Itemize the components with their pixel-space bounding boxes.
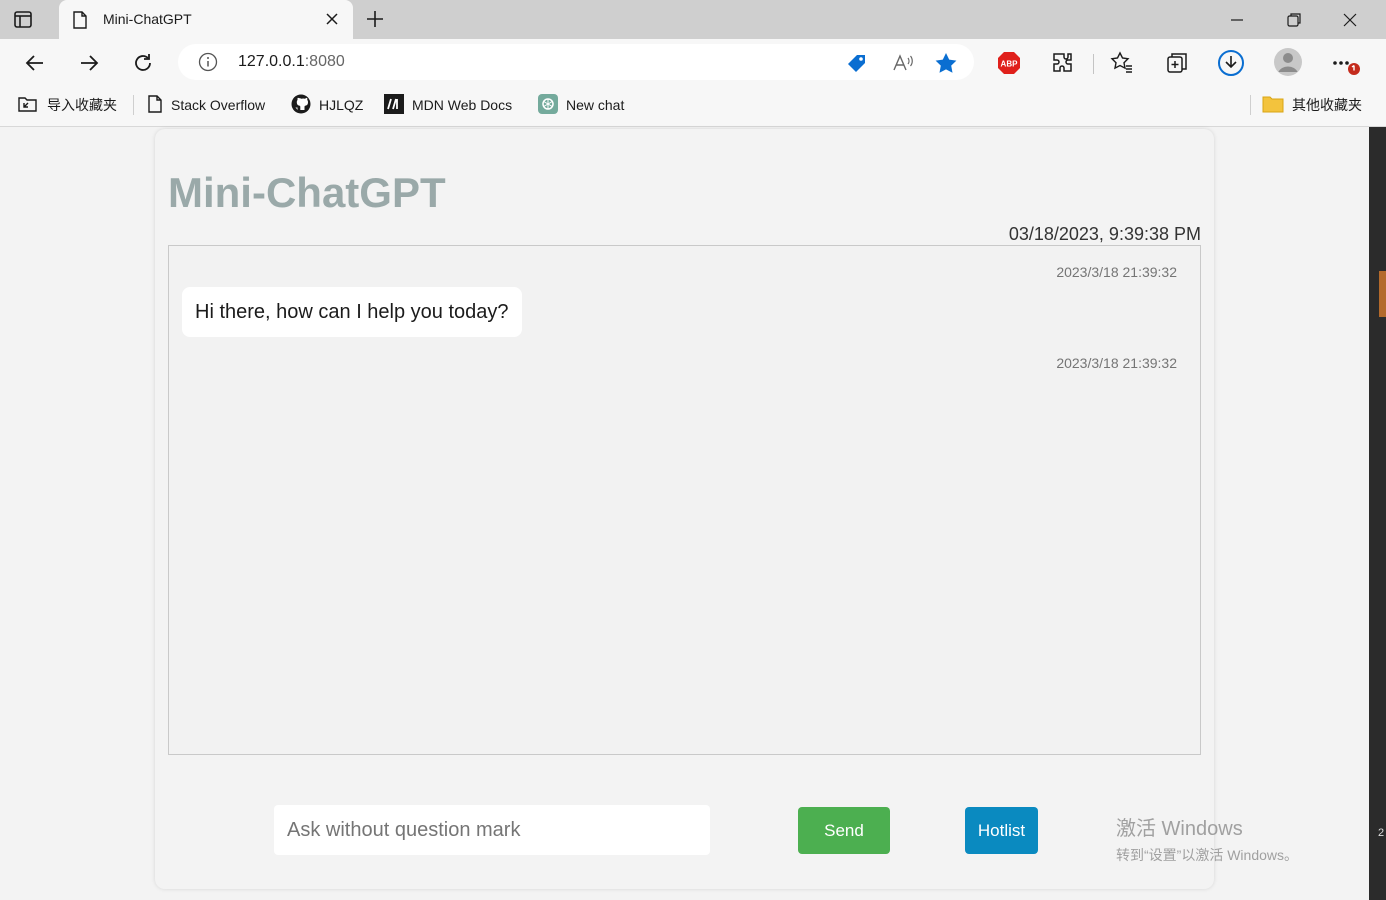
favorites-icon[interactable]	[1110, 51, 1134, 80]
import-favorites-icon	[17, 94, 39, 117]
github-icon	[291, 94, 311, 117]
bookmark-mdn-web-docs[interactable]: MDN Web Docs	[384, 93, 513, 117]
bookmark-stack-overflow[interactable]: Stack Overflow	[147, 94, 265, 116]
bot-message: Hi there, how can I help you today?	[182, 287, 522, 337]
forward-icon[interactable]	[77, 51, 101, 80]
send-button[interactable]: Send	[798, 807, 890, 854]
bookmark-label: Stack Overflow	[171, 97, 266, 113]
bookmark-separator	[133, 95, 134, 115]
url-host: 127.0.0.1	[238, 53, 305, 70]
page-title: Mini-ChatGPT	[168, 169, 446, 216]
close-window-icon[interactable]	[1341, 11, 1359, 34]
message-timestamp: 2023/3/18 21:39:32	[1056, 355, 1177, 371]
collections-icon[interactable]	[1165, 51, 1189, 80]
page-scrollbar[interactable]: 2	[1369, 127, 1386, 900]
bookmark-label: New chat	[566, 97, 625, 113]
bookmark-label: 导入收藏夹	[47, 97, 117, 113]
page-icon	[72, 11, 88, 34]
browser-tab-active[interactable]: Mini-ChatGPT	[59, 0, 353, 39]
bookmark-separator	[1250, 95, 1251, 115]
toolbar-separator	[1093, 54, 1094, 74]
page-icon	[147, 94, 163, 116]
tab-strip: Mini-ChatGPT	[0, 0, 1386, 39]
refresh-icon[interactable]	[131, 51, 155, 80]
scrollbar-thumb[interactable]	[1379, 271, 1386, 317]
coupon-tag-icon[interactable]	[845, 52, 869, 79]
back-icon[interactable]	[23, 51, 47, 80]
tab-title: Mini-ChatGPT	[103, 11, 192, 27]
close-tab-icon[interactable]	[325, 12, 339, 31]
svg-text:ABP: ABP	[1001, 60, 1019, 69]
bookmark-label: 其他收藏夹	[1292, 97, 1362, 113]
read-aloud-icon[interactable]	[891, 52, 915, 79]
restore-icon[interactable]	[1285, 11, 1303, 34]
bookmark-hjlqz[interactable]: HJLQZ	[291, 94, 363, 116]
current-datetime: 03/18/2023, 9:39:38 PM	[1008, 224, 1201, 244]
chat-history[interactable]: 2023/3/18 21:39:32 Hi there, how can I h…	[168, 245, 1201, 755]
bookmarks-bar: 导入收藏夹 Stack Overflow HJLQZ MDN Web Docs …	[0, 87, 1386, 127]
url-port: :8080	[304, 53, 345, 70]
profile-avatar-icon[interactable]	[1273, 47, 1303, 82]
adblock-plus-icon[interactable]: ABP	[997, 51, 1021, 80]
bookmark-label: HJLQZ	[319, 97, 364, 113]
minimize-icon[interactable]	[1228, 11, 1246, 34]
tab-actions-icon[interactable]	[12, 10, 46, 30]
bookmark-other-favorites[interactable]: 其他收藏夹	[1262, 94, 1362, 116]
site-info-icon[interactable]	[198, 52, 218, 77]
address-bar[interactable]: 127.0.0.1:8080	[178, 44, 974, 80]
scrollbar-mark: 2	[1378, 827, 1385, 839]
chat-app-card: Mini-ChatGPT 03/18/2023, 9:39:38 PM 2023…	[155, 129, 1214, 889]
downloads-icon[interactable]	[1217, 49, 1245, 82]
mdn-icon	[384, 93, 404, 117]
favorite-star-icon[interactable]	[934, 52, 958, 79]
url-text: 127.0.0.1:8080	[238, 53, 345, 71]
watermark-line2: 转到“设置”以激活 Windows。	[1116, 847, 1299, 863]
browser-toolbar: 127.0.0.1:8080 ABP	[0, 39, 1386, 87]
bookmark-new-chat[interactable]: New chat	[538, 93, 625, 117]
question-input[interactable]	[274, 805, 710, 855]
windows-activation-watermark: 激活 Windows 转到“设置”以激活 Windows。	[1116, 812, 1298, 865]
extensions-icon[interactable]	[1051, 51, 1075, 80]
new-tab-icon[interactable]	[365, 9, 385, 34]
openai-icon	[538, 93, 558, 117]
folder-icon	[1262, 95, 1284, 116]
message-timestamp: 2023/3/18 21:39:32	[1056, 264, 1177, 280]
hotlist-button[interactable]: Hotlist	[965, 807, 1038, 854]
bookmark-import-favorites[interactable]: 导入收藏夹	[17, 94, 117, 116]
watermark-line1: 激活 Windows	[1116, 818, 1243, 840]
settings-more-icon[interactable]	[1331, 51, 1361, 82]
bookmark-label: MDN Web Docs	[412, 97, 513, 113]
